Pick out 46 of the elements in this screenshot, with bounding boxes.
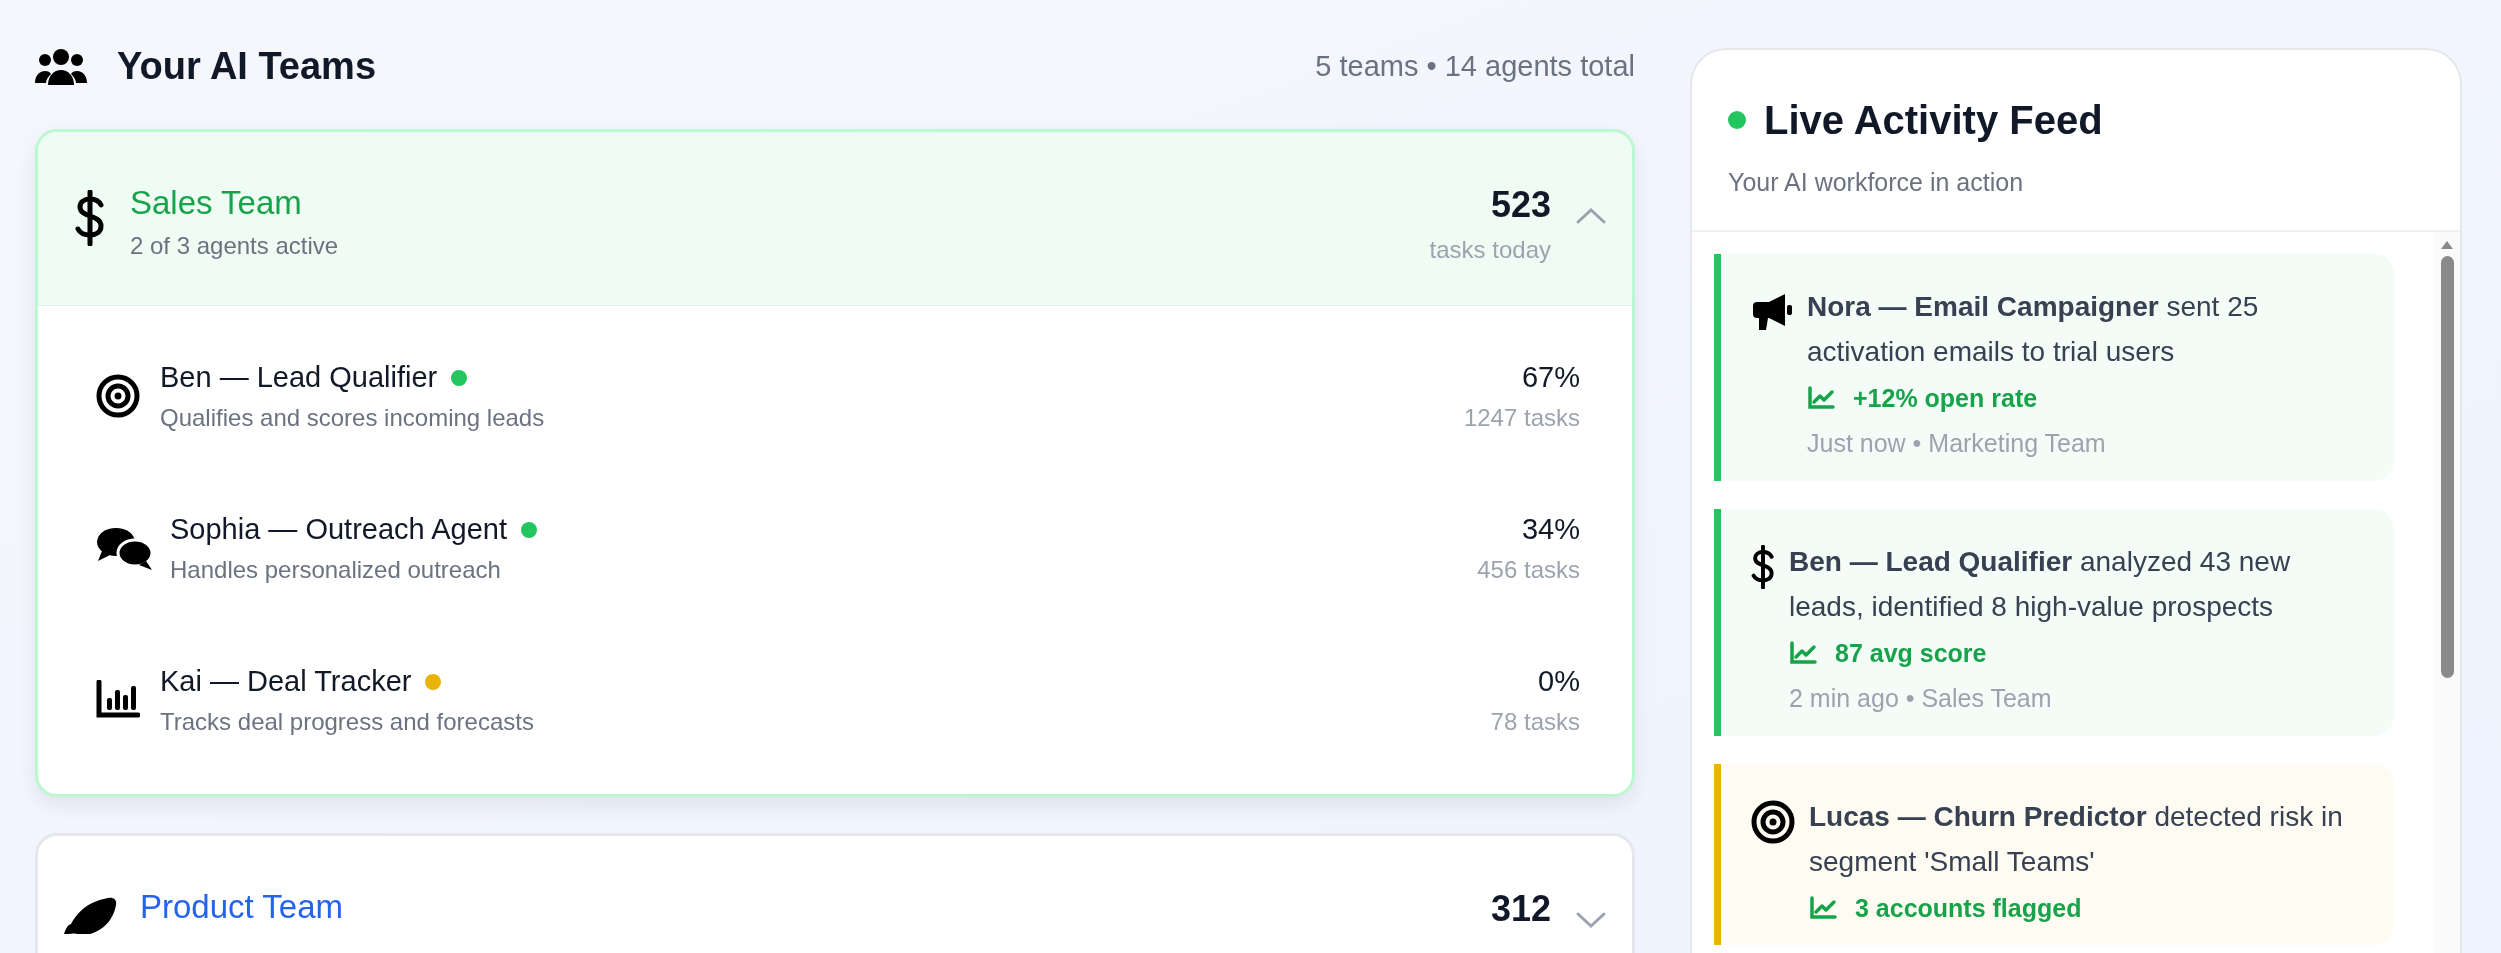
expand-toggle[interactable]	[1575, 910, 1607, 930]
activity-text: Lucas — Churn Predictor detected risk in segment 'Small Teams'	[1809, 799, 2344, 879]
agent-description: Tracks deal progress and forecasts	[160, 706, 535, 737]
trend-icon	[1789, 641, 1817, 666]
agent-row[interactable]: Sophia — Outreach Agent Handles personalized outreach 34% 456 tasks	[96, 472, 1580, 624]
agent-share: 0%	[1537, 664, 1580, 700]
team-name: Sales Team	[130, 183, 303, 223]
task-label: tasks today	[1429, 235, 1551, 265]
agent-tasks: 78 tasks	[1490, 706, 1580, 737]
panel-title: Live Activity Feed	[1764, 97, 2103, 144]
scroll-up-arrow	[2440, 239, 2454, 250]
chat-icon	[96, 525, 154, 571]
activity-metric: +12% open rate	[1853, 382, 2038, 414]
team-icon	[35, 46, 87, 87]
team-name: Product Team	[140, 887, 344, 927]
trend-icon	[1807, 386, 1835, 411]
activity-text: Nora — Email Campaigner sent 25 activation emails to trial users	[1807, 289, 2260, 369]
activity-metric: 87 avg score	[1835, 637, 1987, 669]
task-count: 312	[1490, 887, 1551, 931]
task-count: 523	[1489, 183, 1551, 227]
bar-chart-icon	[96, 680, 140, 720]
live-dot	[1728, 111, 1746, 129]
trend-icon	[1809, 896, 1837, 921]
agent-row[interactable]: Ben — Lead Qualifier Qualifies and scores incoming leads 67% 1247 tasks	[96, 320, 1580, 472]
agent-share: 34%	[1520, 512, 1580, 548]
agent-row[interactable]: Kai — Deal Tracker Tracks deal progress and forecasts 0% 78 tasks	[96, 624, 1580, 776]
dollar-icon	[1751, 544, 1775, 587]
agent-tasks: 456 tasks	[1477, 554, 1580, 585]
agent-description: Handles personalized outreach	[170, 554, 502, 585]
panel-subtitle: Your AI workforce in action	[1728, 167, 2025, 198]
activity-metric: 3 accounts flagged	[1855, 892, 2082, 924]
agent-tasks: 1247 tasks	[1463, 402, 1580, 433]
agent-name: Ben — Lead Qualifier	[160, 360, 438, 396]
agent-description: Qualifies and scores incoming leads	[160, 402, 546, 433]
section-title: Your AI Teams	[117, 44, 377, 89]
activity-meta: 2 min ago • Sales Team	[1789, 683, 2053, 714]
team-summary: 5 teams • 14 agents total	[1315, 48, 1635, 84]
agent-name: Kai — Deal Tracker	[160, 664, 412, 700]
agent-name: Sophia — Outreach Agent	[170, 512, 507, 548]
activity-text: Ben — Lead Qualifier analyzed 43 new leads, identified 8 high-value prospects	[1789, 544, 2292, 624]
target-icon	[96, 374, 140, 418]
collapse-toggle[interactable]	[1575, 206, 1607, 226]
target-icon	[1751, 799, 1795, 842]
team-subtitle: 2 of 3 agents active	[130, 230, 340, 261]
agent-share: 67%	[1520, 360, 1580, 396]
activity-meta: Just now • Marketing Team	[1807, 428, 2107, 459]
